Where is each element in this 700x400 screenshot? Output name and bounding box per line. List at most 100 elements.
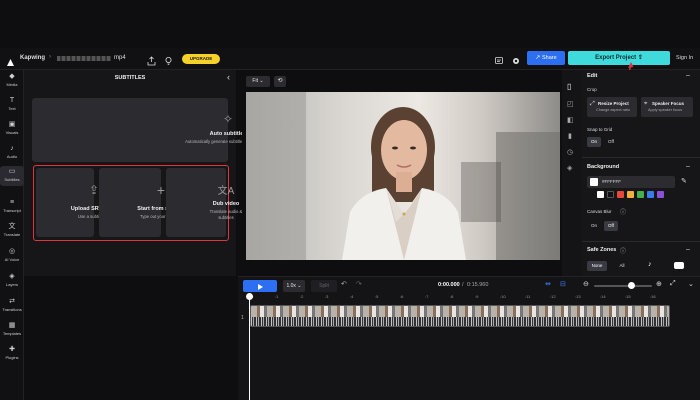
file-name[interactable]: mp4 [114, 55, 126, 61]
help-icon[interactable]: ⓘ [620, 207, 626, 216]
collapse-panel-icon[interactable]: ‹ [227, 72, 230, 82]
rotate-button[interactable]: ⟲ [274, 76, 286, 87]
safe-zone-none-button[interactable]: None [587, 261, 607, 271]
comments-icon[interactable] [494, 53, 504, 71]
lightbulb-icon[interactable] [164, 53, 173, 71]
undo-icon[interactable]: ↶ [341, 280, 347, 288]
tick-label: :4 [350, 294, 354, 299]
nav-item-visuals[interactable]: ▣ Visuals [0, 120, 24, 135]
visuals-icon: ▣ [8, 121, 16, 128]
tick-label: :7 [425, 294, 429, 299]
play-button[interactable] [243, 280, 277, 292]
settings-gear-icon[interactable] [511, 53, 521, 71]
playhead[interactable] [246, 293, 253, 400]
layers-stack-icon[interactable]: ◈ [567, 164, 572, 172]
blur-off-button[interactable]: Off [604, 221, 618, 231]
zoom-slider-thumb[interactable] [628, 282, 635, 289]
collapse-icon[interactable]: – [686, 163, 690, 170]
page-icon[interactable]: ▯ [567, 82, 571, 91]
kapwing-logo-icon[interactable] [6, 54, 15, 66]
upgrade-button[interactable]: UPGRADE [182, 54, 220, 64]
dub-video-card[interactable]: 文A Dub video Translate audio & subtitles [166, 168, 242, 237]
tiktok-icon[interactable]: ♪ [648, 261, 652, 268]
swatch-red[interactable] [617, 191, 624, 198]
swatch-purple[interactable] [657, 191, 664, 198]
nav-item-transitions[interactable]: ⇄ Transitions [0, 297, 24, 312]
time-ruler: :0 :1 :2 :3 :4 :5 :6 :7 :8 :9 :10 :11 :1… [250, 294, 690, 302]
zoom-slider[interactable] [594, 282, 652, 289]
upload-icon[interactable] [147, 53, 156, 71]
split-button[interactable]: Split [311, 280, 337, 292]
nav-item-audio[interactable]: ♪ Audio [0, 144, 24, 159]
swatch-white[interactable] [597, 191, 604, 198]
tick-label: :8 [450, 294, 454, 299]
start-from-scratch-card[interactable]: + Start from scratch Type out your subti… [99, 168, 185, 237]
nav-item-plugins[interactable]: ✚ Plugins [0, 345, 24, 360]
left-navigation: ◆ Media T Text ▣ Visuals ♪ Audio ▭ Subti… [0, 70, 24, 400]
safe-zone-all-button[interactable]: All [615, 261, 629, 271]
nav-item-transcript[interactable]: ≡ Transcript [0, 198, 24, 213]
playhead-handle[interactable] [246, 293, 253, 300]
tick-label: :9 [475, 294, 479, 299]
export-icon: ⇪ [637, 55, 643, 61]
panel-title: SUBTITLES [114, 75, 146, 81]
resize-project-button[interactable]: ⤢ Resize Project Change aspect ratio [587, 97, 637, 117]
zoom-in-icon[interactable]: ⊕ [656, 280, 662, 288]
app-name[interactable]: Kapwing [20, 55, 45, 61]
nav-label: Layers [5, 282, 18, 287]
expand-icon[interactable]: ⤢ [670, 280, 676, 288]
nav-item-ai-voice[interactable]: ◎ AI Voice [0, 247, 24, 262]
nav-item-text[interactable]: T Text [0, 96, 24, 111]
divider [582, 157, 700, 158]
tick-label: :11 [525, 294, 531, 299]
phone-icon[interactable]: ▮ [568, 132, 572, 140]
eyedropper-icon[interactable]: ✎ [681, 177, 687, 185]
swatch-green[interactable] [637, 191, 644, 198]
swatch-orange[interactable] [627, 191, 634, 198]
auto-subtitles-card[interactable]: ✧ Auto subtitles Automatically generate … [32, 98, 271, 162]
nav-item-templates[interactable]: ▦ Templates [0, 321, 24, 336]
nav-label: Plugins [5, 355, 19, 360]
top-bar: Kapwing › mp4 UPGRADE ↗ Share Export Pro… [0, 48, 700, 70]
nav-item-translate[interactable]: 文 Translate [0, 222, 24, 237]
speed-dropdown[interactable]: 1.0x ⌄ [283, 280, 305, 292]
swatch-black[interactable] [607, 191, 614, 198]
transitions-icon: ⇄ [9, 298, 15, 305]
youtube-icon[interactable] [674, 262, 684, 273]
redo-icon[interactable]: ↷ [356, 280, 362, 288]
background-color-input[interactable]: #FFFFFF [587, 176, 675, 188]
share-button[interactable]: ↗ Share [527, 51, 565, 65]
snap-off-button[interactable]: Off [604, 137, 618, 147]
video-track-clip[interactable] [250, 305, 670, 327]
collapse-icon[interactable]: – [686, 72, 690, 79]
fit-timeline-icon[interactable]: ⇹ [545, 280, 551, 288]
media-icon: ◆ [9, 73, 15, 80]
zoom-out-icon[interactable]: ⊖ [583, 280, 589, 288]
adjust-icon[interactable]: ◧ [567, 116, 574, 124]
tick-label: :10 [500, 294, 506, 299]
blur-on-button[interactable]: On [587, 221, 601, 231]
chevron-down-icon: ⌄ [257, 78, 264, 84]
timeline-collapse-icon[interactable]: ⌄ [688, 280, 694, 288]
nav-item-media[interactable]: ◆ Media [0, 72, 24, 87]
speaker-focus-button[interactable]: ⌖ Speaker Focus Apply speaker focus [641, 97, 693, 117]
nav-label: Transitions [2, 307, 22, 312]
nav-item-layers[interactable]: ◈ Layers [0, 272, 24, 287]
sign-in-link[interactable]: Sign In [676, 55, 693, 61]
snap-on-button[interactable]: On [587, 137, 601, 147]
fit-dropdown[interactable]: Fit ⌄ [246, 76, 270, 87]
nav-item-subtitles[interactable]: ▭ Subtitles [0, 166, 24, 186]
tick-label: :13 [575, 294, 581, 299]
snap-icon[interactable]: ⊟ [560, 280, 566, 288]
current-time: 0:00.000 [438, 282, 460, 288]
help-icon[interactable]: ⓘ [620, 246, 626, 255]
video-frame[interactable] [246, 92, 560, 260]
timeline: 1.0x ⌄ Split ↶ ↷ 0:00.000 / 0:15.960 ⇹ ⊟… [238, 276, 700, 400]
upload-srt-card[interactable]: ⇪ Upload SRT / VTT Use a subtitle file [36, 168, 117, 237]
subtitles-panel: SUBTITLES ‹ ✧ Auto subtitles Automatical… [24, 70, 271, 276]
divider [582, 241, 700, 242]
collapse-icon[interactable]: – [686, 246, 690, 253]
timer-icon[interactable]: ◷ [567, 148, 573, 156]
swatch-blue[interactable] [647, 191, 654, 198]
crop-icon[interactable]: ◰ [567, 100, 574, 108]
